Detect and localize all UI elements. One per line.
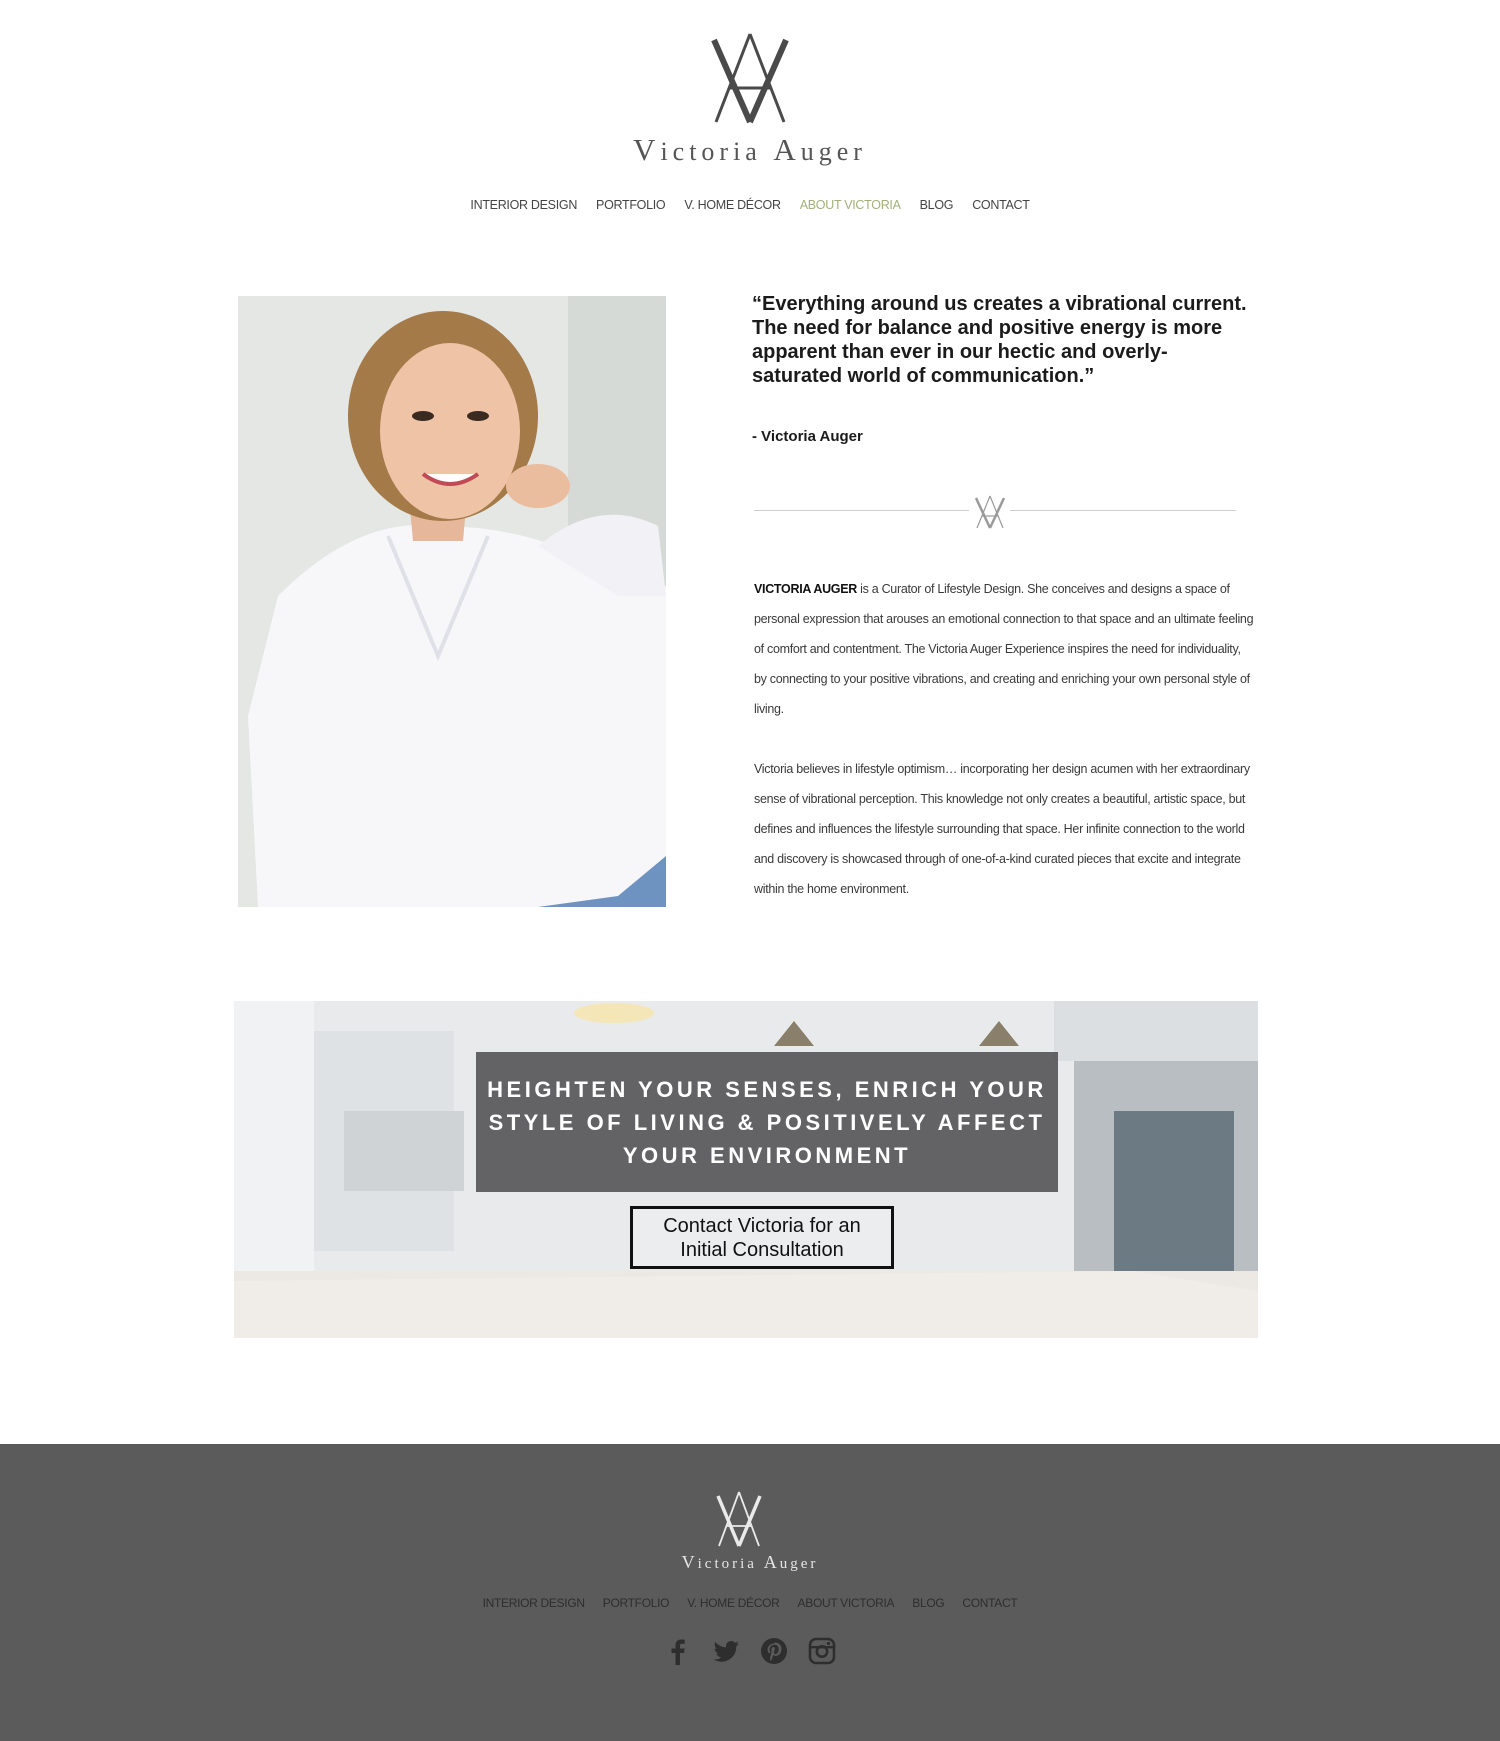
footer-nav-interior-design[interactable]: INTERIOR DESIGN bbox=[483, 1596, 585, 1610]
nav-home-decor[interactable]: V. HOME DÉCOR bbox=[684, 198, 781, 212]
footer: Victoria Auger INTERIOR DESIGN PORTFOLIO… bbox=[0, 1444, 1500, 1741]
divider-line-left bbox=[754, 510, 969, 511]
logo-wordmark[interactable]: Victoria Auger bbox=[0, 132, 1500, 168]
quote-attribution: - Victoria Auger bbox=[752, 428, 863, 445]
divider-monogram-icon bbox=[974, 495, 1006, 529]
instagram-icon[interactable] bbox=[808, 1637, 836, 1665]
footer-brand-last-cap: A bbox=[763, 1552, 780, 1572]
brand-first: ictoria bbox=[660, 137, 762, 166]
footer-logo-monogram-icon[interactable] bbox=[714, 1490, 764, 1548]
facebook-icon[interactable] bbox=[664, 1637, 692, 1665]
footer-brand-first: ictoria bbox=[697, 1556, 757, 1572]
brand-last: uger bbox=[800, 137, 867, 166]
banner-headline-box: HEIGHTEN YOUR SENSES, ENRICH YOUR STYLE … bbox=[476, 1052, 1058, 1192]
kitchen-banner: HEIGHTEN YOUR SENSES, ENRICH YOUR STYLE … bbox=[234, 1001, 1258, 1338]
social-links bbox=[0, 1637, 1500, 1665]
brand-last-cap: A bbox=[773, 132, 801, 167]
logo-monogram-icon[interactable] bbox=[708, 30, 792, 126]
footer-nav-home-decor[interactable]: V. HOME DÉCOR bbox=[687, 1596, 780, 1610]
nav-contact[interactable]: CONTACT bbox=[972, 198, 1030, 212]
footer-wordmark[interactable]: Victoria Auger bbox=[0, 1552, 1500, 1573]
footer-nav: INTERIOR DESIGN PORTFOLIO V. HOME DÉCOR … bbox=[0, 1596, 1500, 1610]
footer-nav-portfolio[interactable]: PORTFOLIO bbox=[603, 1596, 670, 1610]
bio-paragraph-1: VICTORIA AUGER is a Curator of Lifestyle… bbox=[754, 574, 1254, 724]
bio-paragraph-2: Victoria believes in lifestyle optimism…… bbox=[754, 762, 1250, 896]
nav-about-victoria[interactable]: ABOUT VICTORIA bbox=[800, 198, 901, 212]
footer-nav-contact[interactable]: CONTACT bbox=[962, 1596, 1017, 1610]
contact-consultation-button[interactable]: Contact Victoria for an Initial Consulta… bbox=[630, 1206, 894, 1269]
nav-blog[interactable]: BLOG bbox=[920, 198, 954, 212]
banner-headline: HEIGHTEN YOUR SENSES, ENRICH YOUR STYLE … bbox=[487, 1076, 1047, 1168]
cta-label: Contact Victoria for an Initial Consulta… bbox=[663, 1214, 861, 1261]
about-quote: “Everything around us creates a vibratio… bbox=[752, 293, 1247, 387]
portrait-photo bbox=[238, 296, 666, 907]
twitter-icon[interactable] bbox=[712, 1637, 740, 1665]
divider-line-right bbox=[1010, 510, 1236, 511]
brand-first-cap: V bbox=[633, 132, 661, 167]
nav-portfolio[interactable]: PORTFOLIO bbox=[596, 198, 666, 212]
main-nav: INTERIOR DESIGN PORTFOLIO V. HOME DÉCOR … bbox=[0, 198, 1500, 212]
pinterest-icon[interactable] bbox=[760, 1637, 788, 1665]
footer-nav-blog[interactable]: BLOG bbox=[912, 1596, 944, 1610]
footer-nav-about-victoria[interactable]: ABOUT VICTORIA bbox=[798, 1596, 895, 1610]
bio-paragraph-1-text: is a Curator of Lifestyle Design. She co… bbox=[754, 582, 1254, 716]
footer-brand-first-cap: V bbox=[681, 1552, 698, 1572]
nav-interior-design[interactable]: INTERIOR DESIGN bbox=[470, 198, 577, 212]
bio-name: VICTORIA AUGER bbox=[754, 582, 857, 596]
footer-brand-last: uger bbox=[779, 1556, 819, 1572]
